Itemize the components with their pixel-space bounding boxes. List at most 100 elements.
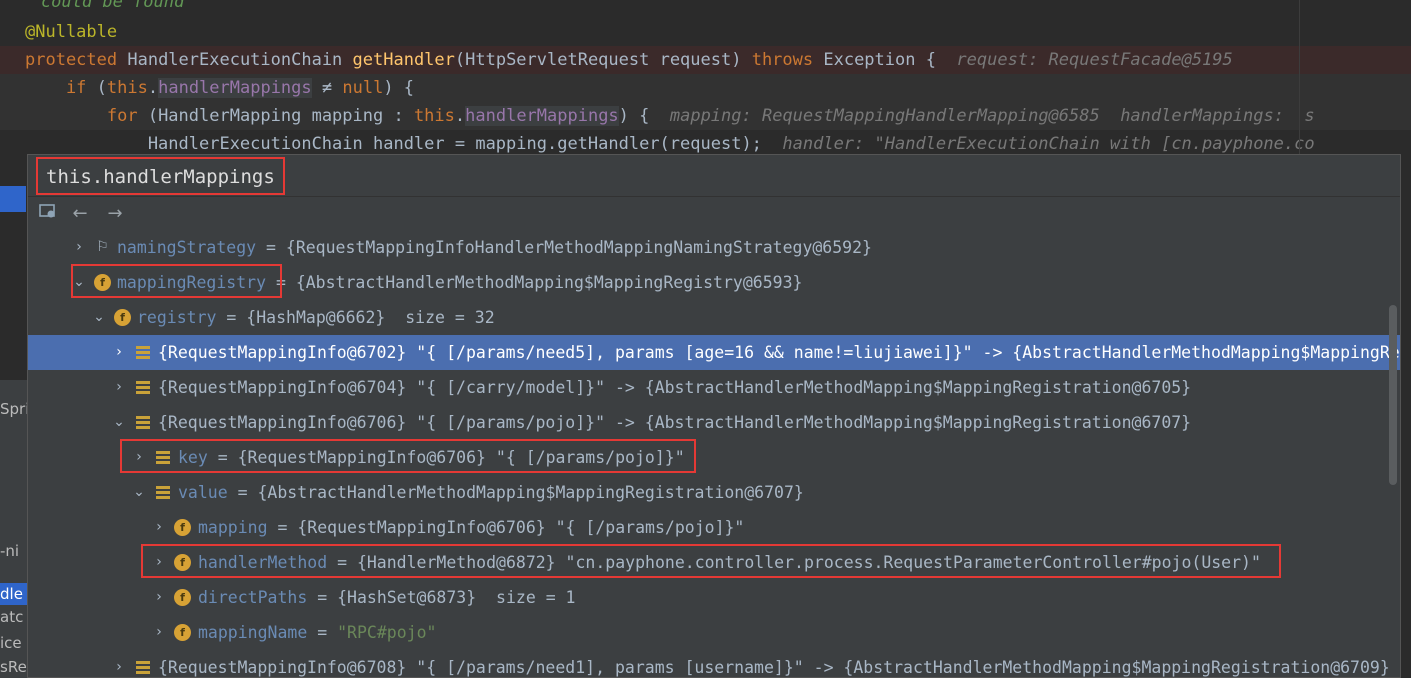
- left-panel-tab[interactable]: Spri: [0, 398, 28, 420]
- field-value: = {AbstractHandlerMethodMapping$MappingR…: [227, 483, 804, 502]
- tree-row[interactable]: › f directPaths = {HashSet@6873} size = …: [28, 580, 1400, 615]
- field-value: = {RequestMappingInfo@6706} "{ [/params/…: [267, 518, 745, 537]
- paren: ) {: [618, 106, 650, 126]
- field-name: namingStrategy: [117, 238, 257, 257]
- tree-row[interactable]: ⌄ {RequestMappingInfo@6706} "{ [/params/…: [28, 405, 1400, 440]
- keyword-this: this: [106, 78, 148, 98]
- left-panel-item[interactable]: ice: [0, 632, 28, 654]
- variables-tree[interactable]: › ⚐ namingStrategy = {RequestMappingInfo…: [28, 230, 1400, 677]
- code-line-comment: could be found: [0, 0, 1411, 16]
- popup-title: this.handlerMappings: [36, 157, 285, 195]
- popup-header: this.handlerMappings: [28, 155, 1400, 197]
- entry-value: {RequestMappingInfo@6706} "{ [/params/po…: [158, 413, 1192, 432]
- keyword-throws: throws: [751, 50, 824, 70]
- tree-row[interactable]: ⌄ f registry = {HashMap@6662} size = 32: [28, 300, 1400, 335]
- entry-value: {RequestMappingInfo@6704} "{ [/carry/mod…: [158, 378, 1192, 397]
- keyword: for: [25, 106, 148, 126]
- code-line-for: for (HandlerMapping mapping : this.handl…: [0, 102, 1411, 130]
- operator: ≠: [311, 78, 343, 98]
- loop-header: (HandlerMapping mapping :: [147, 106, 414, 126]
- debug-inline-hint: handler: "HandlerExecutionChain with [cn…: [761, 134, 1315, 154]
- field-icon: f: [174, 519, 191, 536]
- forward-arrow-icon[interactable]: →: [103, 202, 127, 226]
- chevron-right-icon[interactable]: ›: [72, 230, 86, 265]
- keyword-null: null: [342, 78, 384, 98]
- tree-row[interactable]: › ⚐ namingStrategy = {RequestMappingInfo…: [28, 230, 1400, 265]
- equals-sign: =: [307, 623, 338, 642]
- map-entry-icon: [136, 416, 150, 429]
- field-value: "RPC#pojo": [337, 623, 437, 642]
- annotation-box: [141, 544, 1281, 578]
- left-panel-item-selected[interactable]: dle: [0, 583, 28, 605]
- field-name: directPaths: [198, 588, 308, 607]
- field-value: = {HashMap@6662} size = 32: [216, 308, 495, 327]
- tree-row[interactable]: › f mapping = {RequestMappingInfo@6706} …: [28, 510, 1400, 545]
- tree-row[interactable]: ⌄ f mappingRegistry = {AbstractHandlerMe…: [28, 264, 1400, 300]
- field-value: = {HashSet@6873} size = 1: [307, 588, 576, 607]
- map-entry-icon: [136, 661, 150, 674]
- type-name: HandlerExecutionChain: [127, 50, 353, 70]
- params-text: (HttpServletRequest request): [454, 50, 752, 70]
- left-panel-item[interactable]: sRe: [0, 656, 28, 678]
- back-arrow-icon[interactable]: ←: [68, 202, 92, 226]
- chevron-right-icon[interactable]: ›: [112, 335, 126, 370]
- field-name: registry: [137, 308, 217, 327]
- method-name: getHandler: [352, 50, 455, 70]
- vertical-scrollbar[interactable]: [1389, 305, 1397, 485]
- field-name: mapping: [198, 518, 268, 537]
- paren: (: [96, 78, 107, 98]
- tree-row-selected[interactable]: › {RequestMappingInfo@6702} "{ [/params/…: [28, 335, 1400, 370]
- keyword-this: this: [413, 106, 455, 126]
- debug-inline-hint: request: RequestFacade@5195: [935, 50, 1233, 70]
- code-line-method-signature: protected HandlerExecutionChain getHandl…: [0, 46, 1411, 74]
- field-name: handlerMappings: [158, 78, 312, 98]
- exception-text: Exception {: [823, 50, 936, 70]
- chevron-down-icon[interactable]: ⌄: [112, 405, 126, 440]
- entry-value: {RequestMappingInfo@6708} "{ [/params/ne…: [158, 658, 1390, 677]
- tree-row[interactable]: › f mappingName = "RPC#pojo": [28, 615, 1400, 650]
- map-entry-icon: [136, 346, 150, 359]
- annotation-box: [120, 439, 696, 473]
- annotation-text: @Nullable: [25, 22, 118, 42]
- keyword: if: [25, 78, 97, 98]
- field-icon: f: [174, 589, 191, 606]
- chevron-right-icon[interactable]: ›: [152, 510, 166, 545]
- tree-row[interactable]: › {RequestMappingInfo@6708} "{ [/params/…: [28, 650, 1400, 677]
- left-panel-item[interactable]: -ni: [0, 540, 28, 562]
- debug-evaluate-popup[interactable]: this.handlerMappings ← → › ⚐ namingStrat…: [27, 154, 1401, 678]
- map-entry-icon: [156, 486, 170, 499]
- field-name: handlerMappings: [465, 106, 619, 126]
- field-name: value: [178, 483, 228, 502]
- chevron-right-icon[interactable]: ›: [152, 580, 166, 615]
- code-text: HandlerExecutionChain handler = mapping.…: [25, 134, 762, 154]
- code-line-annotation: @Nullable: [0, 18, 1411, 46]
- chevron-right-icon[interactable]: ›: [112, 370, 126, 405]
- code-line-if: if (this.handlerMappings ≠ null) {: [0, 74, 1411, 102]
- dot: .: [147, 78, 159, 98]
- chevron-right-icon[interactable]: ›: [112, 650, 126, 677]
- tree-row[interactable]: › {RequestMappingInfo@6704} "{ [/carry/m…: [28, 370, 1400, 405]
- left-panel-fragment: Spri -ni dle atc ice sRe: [0, 380, 28, 678]
- chevron-down-icon[interactable]: ⌄: [132, 475, 146, 510]
- left-panel-item[interactable]: atc: [0, 606, 28, 628]
- field-icon: f: [114, 309, 131, 326]
- comment-text: could be found: [0, 0, 185, 12]
- tree-row[interactable]: › key = {RequestMappingInfo@6706} "{ [/p…: [28, 439, 1400, 475]
- tree-row[interactable]: › f handlerMethod = {HandlerMethod@6872}…: [28, 544, 1400, 580]
- keyword: protected: [25, 50, 128, 70]
- field-icon: f: [174, 624, 191, 641]
- debug-inline-hint: mapping: RequestMappingHandlerMapping@65…: [649, 106, 1315, 126]
- dot: .: [454, 106, 466, 126]
- map-entry-icon: [136, 381, 150, 394]
- field-name: mappingName: [198, 623, 308, 642]
- chevron-right-icon[interactable]: ›: [152, 615, 166, 650]
- chevron-down-icon[interactable]: ⌄: [92, 300, 106, 335]
- annotation-box: [71, 264, 282, 298]
- execution-point-marker: [0, 186, 26, 212]
- tree-row[interactable]: ⌄ value = {AbstractHandlerMethodMapping$…: [28, 475, 1400, 510]
- popup-toolbar: ← →: [28, 198, 1400, 230]
- entry-value: {RequestMappingInfo@6702} "{ [/params/ne…: [158, 343, 1400, 362]
- field-value: = {AbstractHandlerMethodMapping$MappingR…: [266, 273, 803, 292]
- field-value: = {RequestMappingInfoHandlerMethodMappin…: [256, 238, 872, 257]
- view-icon[interactable]: [36, 202, 60, 226]
